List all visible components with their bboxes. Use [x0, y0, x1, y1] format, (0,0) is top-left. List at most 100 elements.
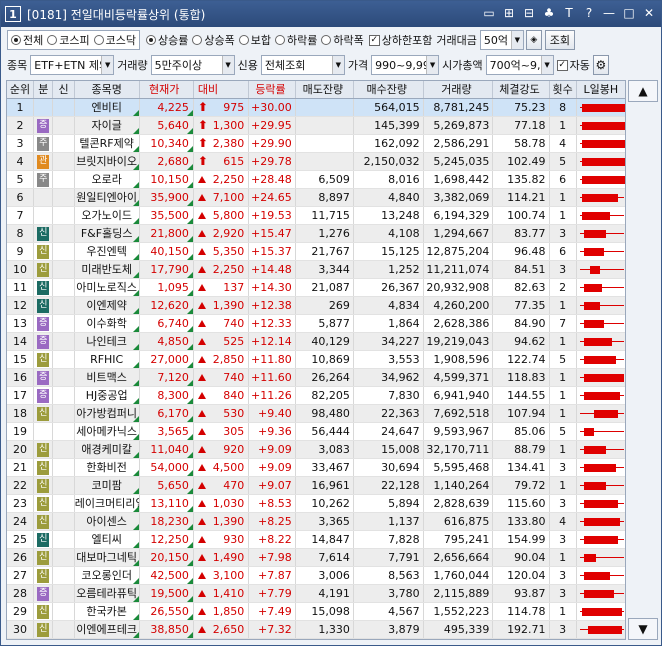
- market-radio-1[interactable]: 코스피: [47, 32, 90, 48]
- stock-name[interactable]: 레이크머티리얼즈: [75, 497, 139, 510]
- settings-button[interactable]: ◈: [525, 30, 542, 50]
- stock-name[interactable]: 이엔에프테크: [76, 623, 137, 636]
- stock-name-cell[interactable]: 아미노로직스: [75, 279, 140, 296]
- table-row[interactable]: 8 신 F&F홀딩스 21,800 2,920 +15.47 1,276 4,108 1,294…: [7, 225, 625, 243]
- column-header[interactable]: 분: [34, 81, 54, 98]
- stock-name-cell[interactable]: 한화비전: [75, 459, 140, 476]
- column-header[interactable]: 거래량: [424, 81, 494, 98]
- stock-name-cell[interactable]: HJ중공업: [75, 387, 140, 404]
- mcap-select[interactable]: 700억~9,999▼: [485, 55, 554, 75]
- market-radio-0[interactable]: 전체: [11, 32, 43, 48]
- stock-name[interactable]: 아미노로직스: [76, 281, 137, 294]
- stock-name-cell[interactable]: 아이센스: [75, 513, 140, 530]
- stock-name[interactable]: 오로라: [91, 173, 121, 186]
- stock-name[interactable]: 우진엔텍: [86, 245, 126, 258]
- table-row[interactable]: 25 신 엘티씨 12,250 930 +8.22 14,847 7,828 795,241 15…: [7, 531, 625, 549]
- stock-name-cell[interactable]: 오가노이드: [75, 207, 140, 224]
- table-row[interactable]: 17 증 HJ중공업 8,300 840 +11.26 82,205 7,830 6,941,9…: [7, 387, 625, 405]
- stock-name[interactable]: 엘티씨: [91, 533, 121, 546]
- stock-name[interactable]: 이엔제약: [86, 299, 126, 312]
- stock-name[interactable]: RFHIC: [90, 353, 123, 366]
- table-row[interactable]: 19 세아메카닉스 3,565 305 +9.36 56,444 24,647 9,593,9…: [7, 423, 625, 441]
- price-select[interactable]: 990~9,999,9▼: [371, 55, 440, 75]
- stock-name[interactable]: 나인테크: [86, 335, 126, 348]
- table-row[interactable]: 13 증 이수화학 6,740 740 +12.33 5,877 1,864 2,628,386…: [7, 315, 625, 333]
- volume-select[interactable]: 5만주이상 ▼: [150, 55, 235, 75]
- title-button[interactable]: ♣: [541, 5, 557, 21]
- table-row[interactable]: 27 신 코오롱인더 42,500 3,100 +7.87 3,006 8,563 1,760,…: [7, 567, 625, 585]
- stock-name[interactable]: 원일티엔아이: [76, 191, 137, 204]
- lookup-button[interactable]: 조회: [544, 30, 575, 50]
- table-row[interactable]: 12 신 이엔제약 12,620 1,390 +12.38 269 4,834 4,260,20…: [7, 297, 625, 315]
- table-row[interactable]: 15 신 RFHIC 27,000 2,850 +11.80 10,869 3,553 1,90…: [7, 351, 625, 369]
- stock-name-cell[interactable]: 이엔제약: [75, 297, 140, 314]
- item-select[interactable]: ETF+ETN 제외 ▼: [30, 55, 115, 75]
- title-button[interactable]: ⊟: [521, 5, 537, 21]
- title-button[interactable]: ✕: [641, 5, 657, 21]
- table-row[interactable]: 16 증 비트맥스 7,120 740 +11.60 26,264 34,962 4,599,3…: [7, 369, 625, 387]
- direction-radio-1[interactable]: 상승폭: [192, 32, 235, 48]
- stock-name-cell[interactable]: 자이글: [75, 117, 140, 134]
- stock-name-cell[interactable]: 세아메카닉스: [75, 423, 140, 440]
- stock-name[interactable]: 한국카본: [86, 605, 126, 618]
- table-row[interactable]: 2 증 자이글 5,640 ⬆ 1,300 +29.95 145,399 5,269,873 77…: [7, 117, 625, 135]
- table-row[interactable]: 11 신 아미노로직스 1,095 137 +14.30 21,087 26,367 20,93…: [7, 279, 625, 297]
- title-button[interactable]: ▭: [481, 5, 497, 21]
- column-header[interactable]: 현재가: [140, 81, 194, 98]
- table-row[interactable]: 4 관 브릿지바이오 2,680 ⬆ 615 +29.78 2,150,032 5,245,03…: [7, 153, 625, 171]
- stock-name[interactable]: 미래반도체: [81, 263, 132, 276]
- stock-name-cell[interactable]: 오름테라퓨틱: [75, 585, 140, 602]
- direction-radio-2[interactable]: 보합: [238, 32, 271, 48]
- stock-name-cell[interactable]: 애경케미칼: [75, 441, 140, 458]
- stock-name-cell[interactable]: RFHIC: [75, 351, 140, 368]
- stock-name[interactable]: 대보마그네틱: [76, 551, 137, 564]
- stock-name[interactable]: 세아메카닉스: [76, 425, 137, 438]
- stock-name-cell[interactable]: 우진엔텍: [75, 243, 140, 260]
- table-row[interactable]: 7 오가노이드 35,500 5,800 +19.53 11,715 13,248 6,194…: [7, 207, 625, 225]
- stock-name-cell[interactable]: 비트맥스: [75, 369, 140, 386]
- table-row[interactable]: 5 주 오로라 10,150 2,250 +28.48 6,509 8,016 1,698,44…: [7, 171, 625, 189]
- vertical-scrollbar[interactable]: ▲ ▼: [628, 80, 658, 640]
- column-header[interactable]: 대비: [194, 81, 250, 98]
- stock-name-cell[interactable]: 오로라: [75, 171, 140, 188]
- stock-name-cell[interactable]: 원일티엔아이: [75, 189, 140, 206]
- stock-name-cell[interactable]: 텔콘RF제약: [75, 135, 140, 152]
- stock-name[interactable]: 엔비티: [91, 101, 121, 114]
- column-header[interactable]: 신: [53, 81, 75, 98]
- stock-name[interactable]: 오름테라퓨틱: [76, 587, 137, 600]
- stock-name[interactable]: 오가노이드: [81, 209, 132, 222]
- stock-name[interactable]: 비트맥스: [86, 371, 126, 384]
- table-row[interactable]: 10 신 미래반도체 17,790 2,250 +14.48 3,344 1,252 11,21…: [7, 261, 625, 279]
- credit-select[interactable]: 전체조회 ▼: [260, 55, 345, 75]
- column-header[interactable]: 매수잔량: [354, 81, 424, 98]
- direction-radio-0[interactable]: 상승률: [146, 32, 188, 48]
- table-row[interactable]: 21 신 한화비전 54,000 4,500 +9.09 33,467 30,694 5,595…: [7, 459, 625, 477]
- title-button[interactable]: ⊞: [501, 5, 517, 21]
- direction-radio-4[interactable]: 하락폭: [321, 32, 364, 48]
- stock-name[interactable]: 아가방컴퍼니: [76, 407, 137, 420]
- stock-name-cell[interactable]: 나인테크: [75, 333, 140, 350]
- table-row[interactable]: 9 신 우진엔텍 40,150 5,350 +15.37 21,767 15,125 12,87…: [7, 243, 625, 261]
- stock-name-cell[interactable]: 브릿지바이오: [75, 153, 140, 170]
- stock-name-cell[interactable]: F&F홀딩스: [75, 225, 140, 242]
- amount-select[interactable]: 50억 ▼: [479, 30, 524, 50]
- stock-name-cell[interactable]: 엘티씨: [75, 531, 140, 548]
- title-button[interactable]: —: [601, 5, 617, 21]
- stock-name[interactable]: 애경케미칼: [81, 443, 132, 456]
- column-header[interactable]: 매도잔량: [296, 81, 354, 98]
- stock-name[interactable]: F&F홀딩스: [81, 227, 133, 240]
- scroll-down-button[interactable]: ▼: [628, 618, 658, 640]
- stock-name-cell[interactable]: 이수화학: [75, 315, 140, 332]
- stock-name[interactable]: 코오롱인더: [81, 569, 132, 582]
- title-button[interactable]: T: [561, 5, 577, 21]
- stock-name-cell[interactable]: 이엔에프테크: [75, 621, 140, 638]
- gear-icon[interactable]: ⚙: [592, 55, 609, 75]
- table-row[interactable]: 26 신 대보마그네틱 20,150 1,490 +7.98 7,614 7,791 2,656…: [7, 549, 625, 567]
- stock-name[interactable]: 텔콘RF제약: [79, 137, 133, 150]
- table-row[interactable]: 29 신 한국카본 26,550 1,850 +7.49 15,098 4,567 1,552,…: [7, 603, 625, 621]
- table-row[interactable]: 30 신 이엔에프테크 38,850 2,650 +7.32 1,330 3,879 495,3…: [7, 621, 625, 639]
- column-header[interactable]: 순위: [7, 81, 35, 98]
- table-row[interactable]: 28 증 오름테라퓨틱 19,500 1,410 +7.79 4,191 3,780 2,115…: [7, 585, 625, 603]
- table-row[interactable]: 23신 레이크머티리얼즈 13,110 1,030 +8.5310,2625,8942,…: [7, 495, 625, 513]
- table-row[interactable]: 24 신 아이센스 18,230 1,390 +8.25 3,365 1,137 616,875…: [7, 513, 625, 531]
